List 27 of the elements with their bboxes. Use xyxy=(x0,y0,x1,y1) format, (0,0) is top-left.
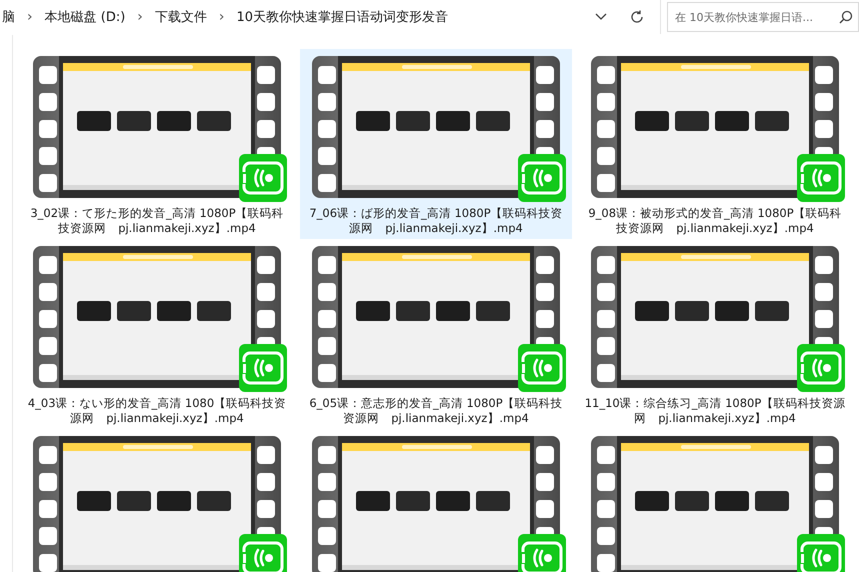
broadcast-icon xyxy=(518,154,566,202)
broadcast-icon xyxy=(518,344,566,392)
breadcrumb-item[interactable]: 下载文件 xyxy=(152,8,209,26)
breadcrumb-separator: › xyxy=(26,9,34,25)
breadcrumb-separator: › xyxy=(136,9,144,25)
file-name: 3_02课：て形た形的发音_高清 1080P【联码科技资源网 pj.lianmakeji.xyz】.mp4 xyxy=(29,206,285,236)
file-name: 7_06课：ば形的发音_高清 1080P【联码科技资源网 pj.lianmakeji.xyz】.mp4 xyxy=(308,206,564,236)
broadcast-icon xyxy=(797,154,845,202)
search-field[interactable]: 在 10天教你快速掌握日语... xyxy=(667,2,859,32)
broadcast-icon xyxy=(239,344,287,392)
file-item[interactable]: 11_10课：综合练习_高清 1080P【联码科技资源网 pj.lianmakeji.xyz】.mp4 xyxy=(579,239,851,429)
breadcrumb-item[interactable]: 脑 xyxy=(0,8,17,26)
file-name: 6_05课：意志形的发音_高清 1080P【联码科技资源网 pj.lianmakeji.xyz】.mp4 xyxy=(308,396,564,426)
file-name: 11_10课：综合练习_高清 1080P【联码科技资源网 pj.lianmakeji.xyz】.mp4 xyxy=(584,396,846,426)
file-name: 4_03课：ない形的发音_高清 1080【联码科技资源网 pj.lianmakeji.xyz】.mp4 xyxy=(26,396,288,426)
file-item[interactable]: 7_06课：ば形的发音_高清 1080P【联码科技资源网 pj.lianmakeji.xyz】.mp4 xyxy=(300,49,572,239)
file-item[interactable]: 9_08课：被动形式的发音_高清 1080P【联码科技资源网 pj.lianmakeji.xyz】.mp4 xyxy=(579,49,851,239)
breadcrumb-item[interactable]: 本地磁盘 (D:) xyxy=(42,8,128,26)
file-item[interactable]: 6_05课：意志形的发音_高清 1080P【联码科技资源网 pj.lianmakeji.xyz】.mp4 xyxy=(300,239,572,429)
file-name: 9_08课：被动形式的发音_高清 1080P【联码科技资源网 pj.lianmakeji.xyz】.mp4 xyxy=(587,206,843,236)
breadcrumb-item[interactable]: 10天教你快速掌握日语动词变形发音 xyxy=(234,8,450,26)
file-item[interactable]: 4_03课：ない形的发音_高清 1080【联码科技资源网 pj.lianmakeji.xyz】.mp4 xyxy=(21,239,293,429)
breadcrumb-separator: › xyxy=(218,9,226,25)
file-item[interactable]: 3_02课：て形た形的发音_高清 1080P【联码科技资源网 pj.lianmakeji.xyz】.mp4 xyxy=(21,49,293,239)
broadcast-icon xyxy=(797,344,845,392)
broadcast-icon xyxy=(239,154,287,202)
search-icon xyxy=(839,10,853,24)
